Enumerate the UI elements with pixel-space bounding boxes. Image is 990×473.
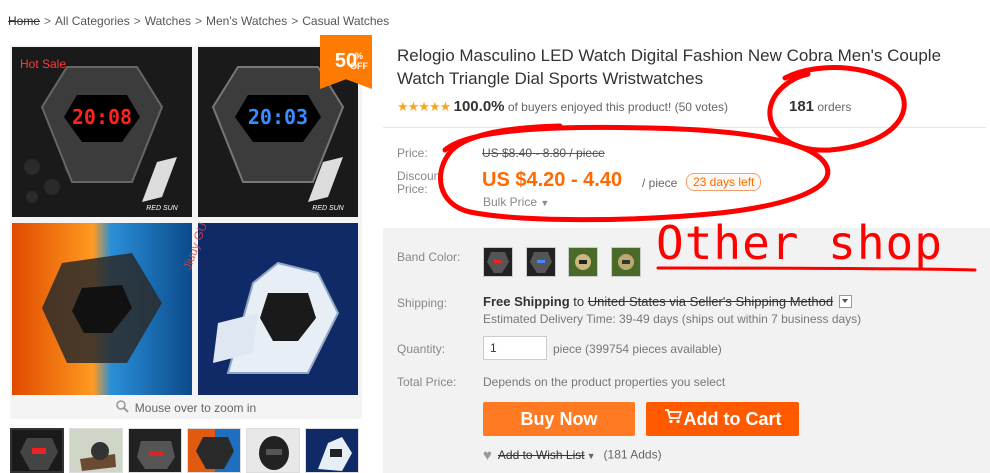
discount-badge-percent: % bbox=[354, 51, 363, 61]
thumbnail-4[interactable] bbox=[187, 428, 241, 473]
rating-text[interactable]: of buyers enjoyed this product! (50 vote… bbox=[508, 100, 728, 114]
thumbnail-strip bbox=[10, 428, 370, 473]
breadcrumb-separator: > bbox=[133, 14, 141, 28]
breadcrumb-separator: > bbox=[44, 14, 52, 28]
shipping-info: Free Shipping to United States via Selle… bbox=[483, 294, 853, 309]
bulk-price-toggle[interactable]: Bulk Price ▼ bbox=[483, 195, 549, 209]
magnifier-icon bbox=[115, 398, 129, 420]
days-left-badge: 23 days left bbox=[686, 173, 762, 191]
zoom-hint: Mouse over to zoom in bbox=[10, 397, 362, 419]
shipping-label: Shipping: bbox=[397, 296, 448, 310]
brand-mark-text: RED SUN bbox=[146, 205, 178, 212]
chevron-down-icon[interactable]: ▼ bbox=[587, 451, 596, 461]
red-led-display: 20:08 bbox=[72, 105, 132, 129]
discount-label-line2: Price: bbox=[397, 182, 428, 196]
orders-number: 181 bbox=[789, 98, 815, 115]
buy-now-button[interactable]: Buy Now bbox=[483, 402, 635, 436]
chevron-down-icon: ▼ bbox=[540, 198, 550, 208]
breadcrumb-home-link[interactable]: Home bbox=[8, 14, 40, 28]
shipping-method-link[interactable]: United States via Seller's Shipping Meth… bbox=[588, 294, 833, 309]
wish-list-row: ♥ Add to Wish List ▼ (181 Adds) bbox=[483, 447, 662, 464]
estimated-delivery: Estimated Delivery Time: 39-49 days (shi… bbox=[483, 312, 862, 326]
thumbnail-1[interactable] bbox=[10, 428, 64, 473]
breadcrumb-separator: > bbox=[195, 14, 203, 28]
heart-icon[interactable]: ♥ bbox=[483, 447, 492, 464]
cart-icon bbox=[664, 401, 682, 435]
total-price-value: Depends on the product properties you se… bbox=[483, 375, 726, 389]
band-color-swatch-4[interactable] bbox=[611, 247, 641, 277]
discount-badge-off: OFF bbox=[350, 61, 368, 71]
total-price-label: Total Price: bbox=[397, 375, 457, 389]
thumbnail-6[interactable] bbox=[305, 428, 359, 473]
band-color-swatch-3[interactable] bbox=[568, 247, 598, 277]
shipping-dropdown-icon[interactable] bbox=[839, 295, 853, 309]
hot-sale-label: Hot Sale bbox=[20, 57, 67, 71]
breadcrumb-separator: > bbox=[291, 14, 299, 28]
other-shop-annotation: Other shop bbox=[656, 216, 943, 270]
wish-list-adds: (181 Adds) bbox=[603, 447, 662, 462]
quantity-available: piece (399754 pieces available) bbox=[553, 342, 722, 356]
thumbnail-5[interactable] bbox=[246, 428, 300, 473]
price-unit: / piece bbox=[642, 176, 678, 190]
add-to-cart-button[interactable]: Add to Cart bbox=[646, 402, 799, 436]
add-to-cart-label: Add to Cart bbox=[683, 409, 782, 429]
band-color-swatch-2[interactable] bbox=[526, 247, 556, 277]
breadcrumb-casual-watches-link[interactable]: Casual Watches bbox=[302, 14, 389, 28]
original-price: US $8.40 - 8.80 / piece bbox=[482, 146, 605, 160]
breadcrumb-watches-link[interactable]: Watches bbox=[145, 14, 191, 28]
thumbnail-2[interactable] bbox=[69, 428, 123, 473]
discount-price-label: Discount Price: bbox=[397, 170, 444, 196]
discount-price: US $4.20 - 4.40 bbox=[482, 169, 623, 191]
product-image-white-watch[interactable] bbox=[198, 223, 358, 395]
add-to-wish-list-link[interactable]: Add to Wish List bbox=[498, 448, 585, 462]
price-label: Price: bbox=[397, 146, 428, 160]
quantity-label: Quantity: bbox=[397, 342, 446, 356]
brand-mark-text: RED SUN bbox=[312, 205, 344, 212]
breadcrumb: Home > All Categories > Watches > Men's Watche… bbox=[8, 14, 389, 28]
rating-summary: ★★★★★ 100.0% of buyers enjoyed this prod… bbox=[397, 98, 728, 115]
zoom-hint-text: Mouse over to zoom in bbox=[134, 401, 257, 415]
thumbnail-3[interactable] bbox=[128, 428, 182, 473]
divider bbox=[383, 127, 986, 128]
product-image-fire-ice-watch[interactable] bbox=[12, 223, 192, 395]
band-color-label: Band Color: bbox=[397, 250, 461, 264]
rating-stars-icon: ★★★★★ bbox=[397, 99, 451, 114]
rating-percent: 100.0% bbox=[453, 98, 505, 115]
product-title: Relogio Masculino LED Watch Digital Fash… bbox=[397, 46, 942, 88]
quantity-input[interactable] bbox=[483, 336, 547, 360]
free-shipping-text: Free Shipping bbox=[483, 294, 570, 309]
orders-label: orders bbox=[817, 100, 852, 114]
breadcrumb-all-categories-link[interactable]: All Categories bbox=[55, 14, 130, 28]
shipping-to-text: to bbox=[573, 294, 585, 309]
orders-count[interactable]: 181 orders bbox=[789, 98, 851, 115]
product-image-red-led-watch[interactable]: 20:08 RED SUN Hot Sale bbox=[12, 47, 192, 217]
bulk-price-label: Bulk Price bbox=[483, 195, 538, 209]
discount-label-line1: Discount bbox=[397, 169, 444, 183]
discount-badge-suffix: % OFF bbox=[350, 51, 368, 71]
band-color-swatch-1[interactable] bbox=[483, 247, 513, 277]
breadcrumb-mens-watches-link[interactable]: Men's Watches bbox=[206, 14, 287, 28]
blue-led-display: 20:03 bbox=[248, 105, 308, 129]
product-gallery[interactable]: 20:08 RED SUN Hot Sale 20:03 RED SUN 50 … bbox=[10, 35, 372, 419]
